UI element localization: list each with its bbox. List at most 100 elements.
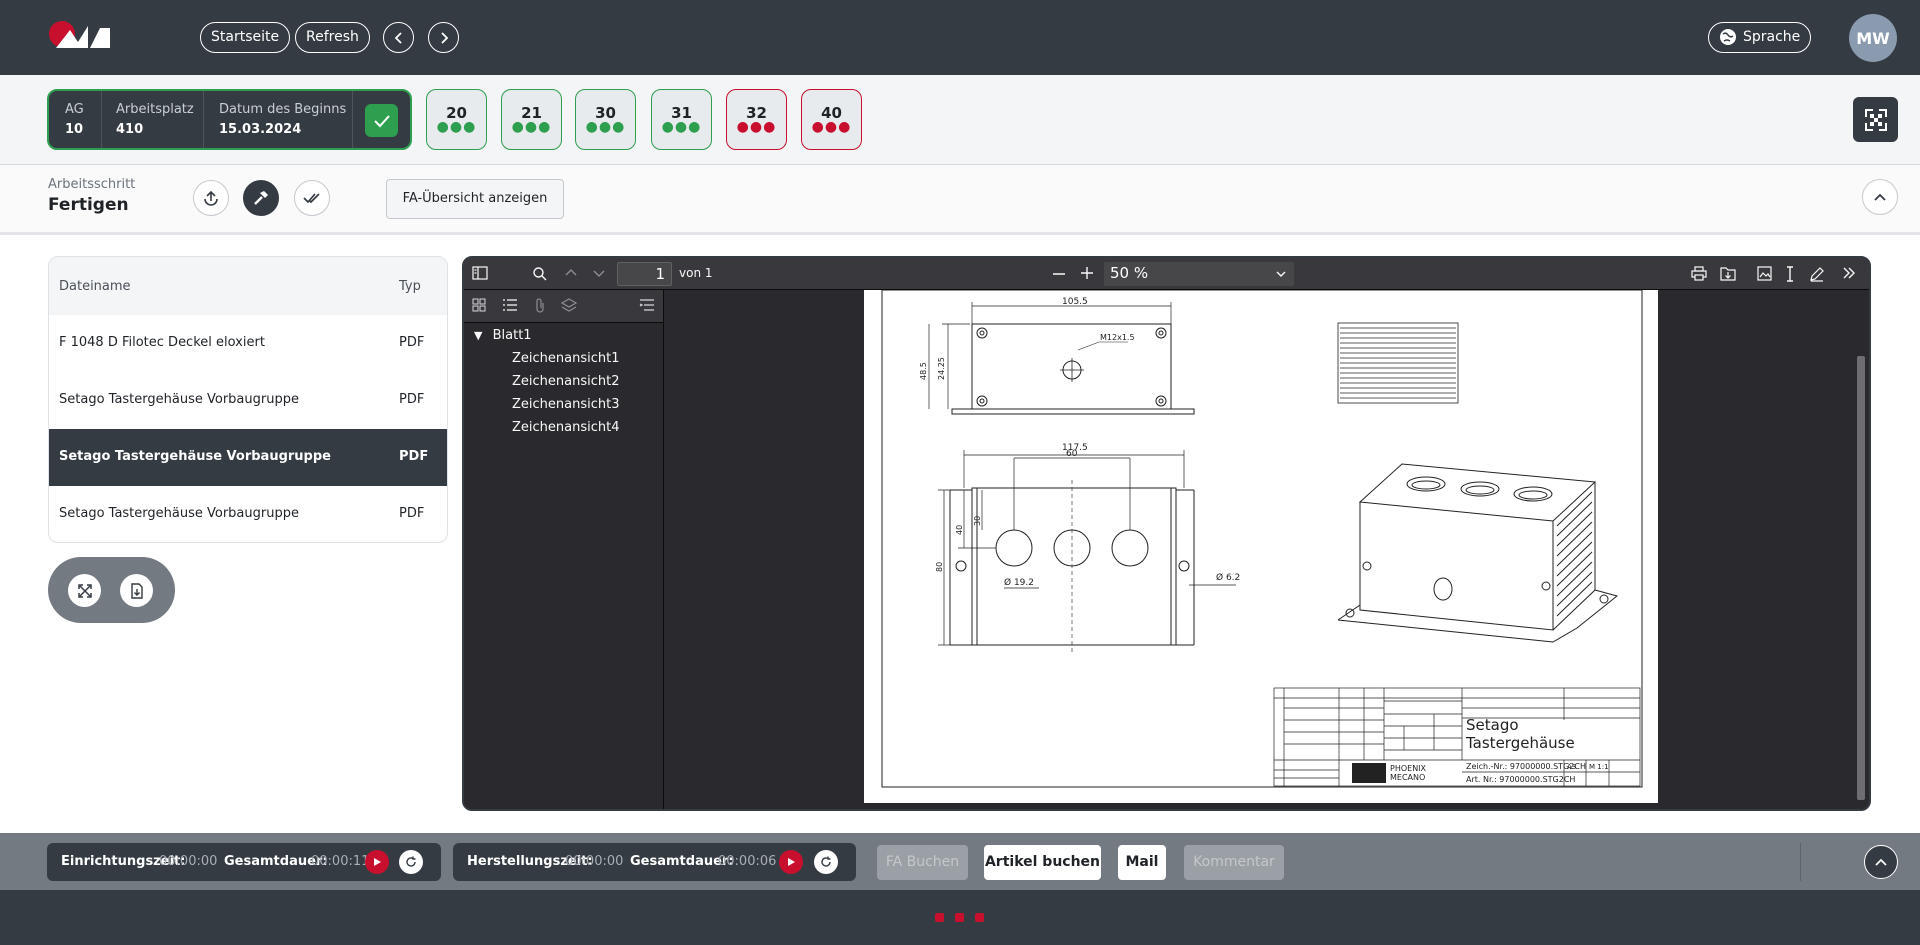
outline-item[interactable]: Zeichenansicht2 <box>512 374 620 389</box>
start-production-timer-button[interactable] <box>779 850 803 874</box>
page-number-input[interactable]: 1 <box>617 262 672 286</box>
step-31-button[interactable]: 31 ●●● <box>651 89 712 150</box>
step-20-button[interactable]: 20 ●●● <box>426 89 487 150</box>
pdf-scrollbar[interactable] <box>1856 290 1866 809</box>
manufacture-step-button[interactable] <box>243 180 279 216</box>
file-row[interactable]: Setago Tastergehäuse Vorbaugruppe PDF <box>49 486 447 542</box>
mail-button[interactable]: Mail <box>1118 845 1166 880</box>
zoom-out-icon[interactable] <box>1052 273 1066 275</box>
column-type[interactable]: Typ <box>399 279 421 294</box>
confirm-operation-button[interactable] <box>365 104 398 137</box>
step-40-button[interactable]: 40 ●●● <box>801 89 862 150</box>
file-table-header: Dateiname Typ <box>49 257 447 315</box>
outline-item[interactable]: Zeichenansicht4 <box>512 420 620 435</box>
brand-dot <box>955 913 964 922</box>
status-dots: ●●● <box>811 119 852 135</box>
layers-icon[interactable] <box>561 298 577 312</box>
file-name: Setago Tastergehäuse Vorbaugruppe <box>59 449 331 464</box>
print-icon[interactable] <box>1691 266 1707 281</box>
column-filename[interactable]: Dateiname <box>59 279 131 294</box>
image-icon[interactable] <box>1757 266 1772 281</box>
work-step-bar: Arbeitsschritt Fertigen FA-Übersicht anz… <box>0 165 1920 235</box>
more-tools-icon[interactable] <box>1842 266 1856 280</box>
fa-overview-button[interactable]: FA-Übersicht anzeigen <box>386 179 564 219</box>
search-icon[interactable] <box>532 266 548 282</box>
file-row[interactable]: F 1048 D Filotec Deckel eloxiert PDF <box>49 315 447 372</box>
article-number: Art. Nr.: 97000000.STG2CH <box>1466 775 1575 784</box>
outline-item[interactable]: Zeichenansicht3 <box>512 397 620 412</box>
workplace-value: 410 <box>116 122 144 137</box>
operation-info: AG 10 Arbeitsplatz 410 Datum des Beginns… <box>47 89 412 150</box>
sidebar-toggle-icon[interactable] <box>472 266 488 280</box>
status-dots: ●●● <box>511 119 552 135</box>
divider <box>1800 843 1801 881</box>
draw-icon[interactable] <box>1809 266 1825 282</box>
brand-dot <box>935 913 944 922</box>
drawing-scale: M 1:1 <box>1589 763 1609 771</box>
refresh-button[interactable]: Refresh <box>295 22 370 53</box>
fa-book-button[interactable]: FA Buchen <box>877 845 968 880</box>
dim-thread: M12x1.5 <box>1100 333 1135 342</box>
attachments-icon[interactable] <box>534 298 546 313</box>
outline-item[interactable]: Zeichenansicht1 <box>512 351 620 366</box>
pdf-page-area: 105.5 24.25 48.5 M12x1.5 117.5 60 40 30 … <box>664 290 1854 809</box>
file-table: Dateiname Typ F 1048 D Filotec Deckel el… <box>48 256 448 543</box>
back-button[interactable] <box>383 22 414 53</box>
download-file-button[interactable] <box>120 574 153 607</box>
status-dots: ●●● <box>736 119 777 135</box>
step-21-button[interactable]: 21 ●●● <box>501 89 562 150</box>
finish-step-button[interactable] <box>294 180 330 216</box>
expand-bottom-panel-button[interactable] <box>1864 845 1898 879</box>
comment-button[interactable]: Kommentar <box>1184 845 1284 880</box>
expand-icon <box>77 583 92 598</box>
thumbnails-icon[interactable] <box>472 298 486 312</box>
scrollbar-thumb[interactable] <box>1857 356 1865 800</box>
status-dots: ●●● <box>436 119 477 135</box>
outline-item-root[interactable]: ▼ Blatt1 <box>474 328 532 343</box>
file-name: Setago Tastergehäuse Vorbaugruppe <box>59 392 299 407</box>
production-time-value: 00:00:00 <box>565 854 624 869</box>
outline-icon[interactable] <box>502 298 518 312</box>
reset-production-timer-button[interactable] <box>814 850 838 874</box>
file-row-selected[interactable]: Setago Tastergehäuse Vorbaugruppe PDF <box>49 429 447 486</box>
pdf-sidebar: ▼ Blatt1 Zeichenansicht1 Zeichenansicht2… <box>464 290 664 809</box>
startseite-button[interactable]: Startseite <box>200 22 291 53</box>
file-type: PDF <box>399 449 429 464</box>
company-logo[interactable] <box>48 20 112 54</box>
user-avatar[interactable]: MW <box>1849 14 1897 62</box>
article-book-button[interactable]: Artikel buchen <box>984 845 1101 880</box>
next-page-icon[interactable] <box>592 266 606 280</box>
start-date-label: Datum des Beginns <box>219 102 347 117</box>
zoom-select[interactable]: 50 % <box>1104 262 1294 286</box>
brand-dot <box>975 913 984 922</box>
text-tool-icon[interactable] <box>1785 266 1795 282</box>
upload-step-button[interactable] <box>193 180 229 216</box>
pdf-page: 105.5 24.25 48.5 M12x1.5 117.5 60 40 30 … <box>864 290 1658 803</box>
language-button[interactable]: Sprache <box>1708 22 1812 53</box>
reset-setup-timer-button[interactable] <box>399 850 423 874</box>
hammer-icon <box>254 191 268 205</box>
chevron-down-icon <box>1276 271 1286 277</box>
ag-value: 10 <box>65 122 84 137</box>
fullscreen-button[interactable] <box>68 574 101 607</box>
file-row[interactable]: Setago Tastergehäuse Vorbaugruppe PDF <box>49 372 447 429</box>
current-outline-icon[interactable] <box>639 298 655 312</box>
chevron-up-icon <box>1875 858 1887 866</box>
forward-button[interactable] <box>428 22 459 53</box>
step-30-button[interactable]: 30 ●●● <box>575 89 636 150</box>
previous-page-icon[interactable] <box>564 266 578 280</box>
sheet-size: A3 <box>1567 763 1576 771</box>
footer <box>0 890 1920 945</box>
collapse-header-button[interactable] <box>1862 179 1898 215</box>
start-setup-timer-button[interactable] <box>365 850 389 874</box>
globe-icon <box>1720 29 1736 45</box>
dim-hole: Ø 19.2 <box>1004 577 1034 588</box>
operation-bar: AG 10 Arbeitsplatz 410 Datum des Beginns… <box>0 75 1920 165</box>
zoom-in-icon[interactable] <box>1080 266 1094 280</box>
step-32-button[interactable]: 32 ●●● <box>726 89 787 150</box>
work-step-label: Arbeitsschritt <box>48 177 136 192</box>
save-icon[interactable] <box>1720 266 1736 281</box>
production-total-value: 00:00:06 <box>718 854 777 869</box>
divider <box>203 91 204 148</box>
qr-scan-button[interactable] <box>1853 97 1898 142</box>
